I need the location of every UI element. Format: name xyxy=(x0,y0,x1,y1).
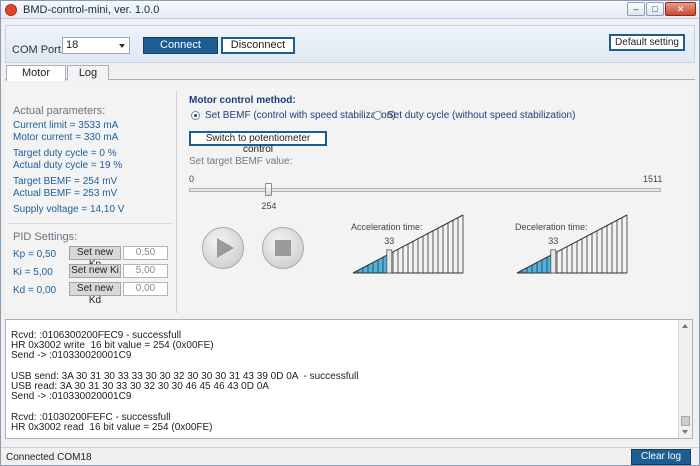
window-title: BMD-control-mini, ver. 1.0.0 xyxy=(23,4,160,16)
radio-set-bemf-label[interactable]: Set BEMF (control with speed stabilizati… xyxy=(205,110,396,121)
maximize-button[interactable]: □ xyxy=(646,2,664,16)
motor-control-method-title: Motor control method: xyxy=(189,95,296,106)
default-setting-button[interactable]: Default setting xyxy=(609,34,685,51)
connect-button[interactable]: Connect xyxy=(143,37,218,54)
log-line: Send -> :010330020001C9 xyxy=(11,391,132,403)
connection-bar: COM Port: 18 Connect Disconnect Default … xyxy=(5,25,695,63)
deceleration-ramp-control[interactable] xyxy=(515,213,629,275)
scroll-down-icon[interactable] xyxy=(682,430,688,434)
log-line: Send -> :010330020001C9 xyxy=(11,350,132,362)
target-duty-cycle: Target duty cycle = 0 % xyxy=(13,148,117,159)
slider-value-label: 254 xyxy=(261,201,277,211)
motor-control-page: Actual parameters: Current limit = 3533 … xyxy=(5,81,695,313)
kp-value-label: Kp = 0,50 xyxy=(13,249,57,260)
radio-set-duty-cycle[interactable] xyxy=(373,111,382,120)
target-bemf: Target BEMF = 254 mV xyxy=(13,176,118,187)
target-bemf-label: Set target BEMF value: xyxy=(189,156,293,167)
kd-input[interactable]: 0,00 xyxy=(123,282,168,296)
current-limit: Current limit = 3533 mA xyxy=(13,120,119,131)
kp-input[interactable]: 0,50 xyxy=(123,246,168,260)
motor-current: Motor current = 330 mA xyxy=(13,132,119,143)
app-window: BMD-control-mini, ver. 1.0.0 – □ ✕ COM P… xyxy=(0,0,700,466)
connection-status: Connected COM18 xyxy=(6,452,92,463)
panel-divider xyxy=(9,223,173,224)
stop-button[interactable] xyxy=(262,227,304,269)
log-output[interactable]: Rcvd: :0106300200FEC9 - successfull HR 0x… xyxy=(5,319,693,439)
actual-bemf: Actual BEMF = 253 mV xyxy=(13,188,118,199)
slider-max-label: 1511 xyxy=(643,174,663,184)
scroll-up-icon[interactable] xyxy=(682,324,688,328)
close-button[interactable]: ✕ xyxy=(665,2,696,16)
ki-input[interactable]: 5,00 xyxy=(123,264,168,278)
app-icon xyxy=(5,4,17,16)
play-button[interactable] xyxy=(202,227,244,269)
tab-strip: Motor control Log xyxy=(5,65,695,93)
title-bar: BMD-control-mini, ver. 1.0.0 – □ ✕ xyxy=(1,1,699,19)
clear-log-button[interactable]: Clear log xyxy=(631,449,691,465)
scrollbar-thumb[interactable] xyxy=(681,416,690,426)
set-kp-button[interactable]: Set new Kp xyxy=(69,246,121,270)
switch-to-potentiometer-button[interactable]: Switch to potentiometer control xyxy=(189,131,327,155)
radio-set-bemf[interactable] xyxy=(191,111,200,120)
pid-settings-title: PID Settings: xyxy=(13,231,78,243)
ramp-handle[interactable] xyxy=(550,249,557,274)
chevron-down-icon xyxy=(119,44,125,48)
acceleration-time-value: 33 xyxy=(384,236,395,246)
ramp-handle[interactable] xyxy=(386,249,393,274)
minimize-button[interactable]: – xyxy=(627,2,645,16)
disconnect-button[interactable]: Disconnect xyxy=(221,37,295,54)
supply-voltage: Supply voltage = 14,10 V xyxy=(13,204,125,215)
tab-motor-control[interactable]: Motor control xyxy=(6,65,66,93)
status-bar: Connected COM18 Clear log xyxy=(1,447,699,465)
actual-duty-cycle: Actual duty cycle = 19 % xyxy=(13,160,123,171)
tab-log[interactable]: Log xyxy=(67,65,109,80)
set-kd-button[interactable]: Set new Kd xyxy=(69,282,121,306)
slider-min-label: 0 xyxy=(189,174,195,184)
com-port-value: 18 xyxy=(66,39,79,51)
ki-value-label: Ki = 5,00 xyxy=(13,267,53,278)
log-line: HR 0x3002 read 16 bit value = 254 (0x00F… xyxy=(11,421,213,433)
set-ki-button[interactable]: Set new Ki xyxy=(69,264,121,278)
bemf-slider-track[interactable] xyxy=(189,188,661,192)
motor-control-panel: Motor control method: Set BEMF (control … xyxy=(183,83,695,313)
kd-value-label: Kd = 0,00 xyxy=(13,285,57,296)
deceleration-time-value: 33 xyxy=(548,236,559,246)
parameters-panel: Actual parameters: Current limit = 3533 … xyxy=(5,91,177,313)
radio-set-duty-cycle-label[interactable]: Set duty cycle (without speed stabilizat… xyxy=(387,110,575,121)
log-scrollbar[interactable] xyxy=(678,320,692,438)
acceleration-ramp-control[interactable] xyxy=(351,213,465,275)
play-icon xyxy=(217,238,234,258)
actual-parameters-title: Actual parameters: xyxy=(13,105,106,117)
stop-icon xyxy=(275,240,291,256)
bemf-slider-thumb[interactable] xyxy=(265,183,273,196)
com-port-label: COM Port: xyxy=(12,44,64,56)
com-port-select[interactable]: 18 xyxy=(62,37,130,54)
